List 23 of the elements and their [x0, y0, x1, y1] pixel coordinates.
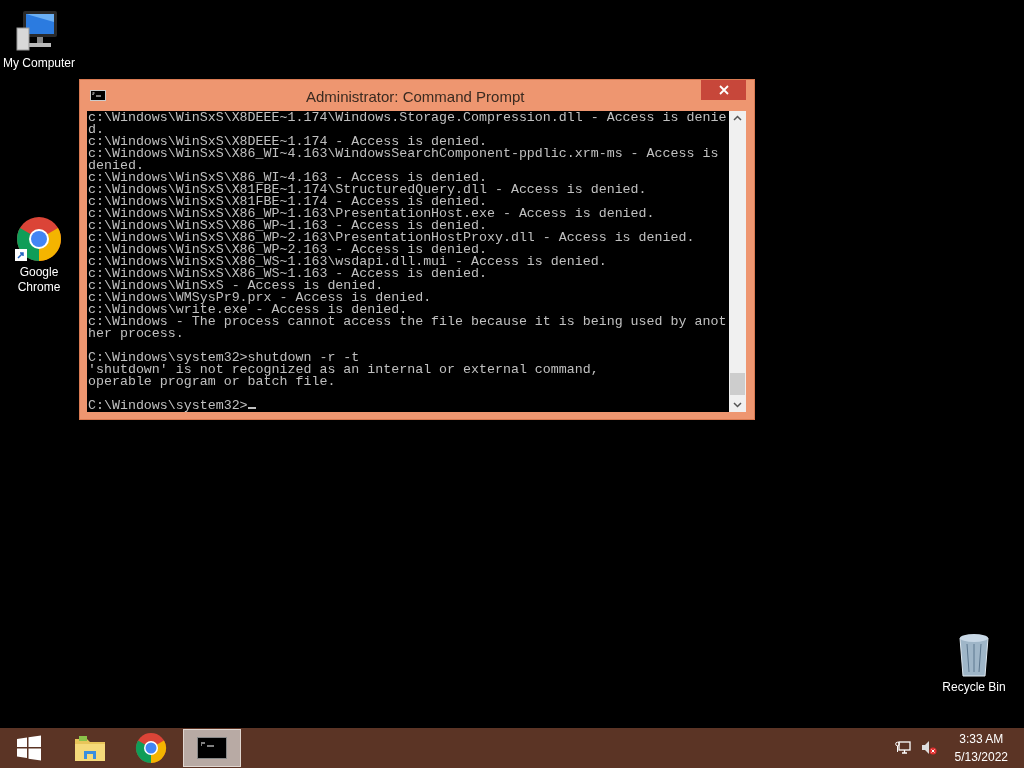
chrome-icon[interactable]	[15, 215, 63, 263]
windows-logo-icon	[15, 734, 43, 762]
scroll-down-icon[interactable]	[733, 402, 742, 408]
taskbar-app-button[interactable]	[183, 729, 241, 767]
muted-speaker-icon[interactable]	[920, 740, 937, 756]
clock-date[interactable]: 5/13/2022	[954, 748, 1008, 766]
close-button[interactable]	[701, 80, 746, 100]
chrome-icon	[135, 732, 167, 764]
close-icon	[718, 85, 729, 95]
clock-time[interactable]: 3:33 AM	[959, 730, 1004, 748]
terminal-icon	[197, 737, 227, 759]
window-title: Administrator: Command Prompt	[306, 87, 525, 107]
desktop-icon-label[interactable]: Recycle Bin	[942, 680, 1006, 695]
scroll-thumb[interactable]	[730, 373, 745, 395]
text-cursor	[247, 407, 256, 409]
scrollbar[interactable]	[729, 111, 746, 412]
desktop-icon-label[interactable]: Google Chrome	[8, 265, 70, 295]
network-icon[interactable]	[894, 741, 911, 755]
folder-icon	[73, 733, 107, 763]
scroll-up-icon[interactable]	[733, 115, 742, 121]
desktop-icon-label[interactable]: My Computer	[3, 56, 75, 71]
terminal-icon	[90, 90, 106, 101]
console-output: c:\Windows\WinSxS\X8DEEE~1.174\Windows.Storage.Compression.dll - Access is denie d. c:\Windows\WinSxS\X8DEEE~1.174 - Access is denied. c:\Windows\WinSxS\X86_WI~4.163\WindowsSearchComponent-ppdlic.xrm-ms - Access is denied. c:\Windows\WinSxS\X86_WI~4.163 - Access is denied. c:\Windows\WinSxS\X81FBE~1.174\StructuredQuery.dll - Access is denied. c:\Windows\WinSxS\X81FBE~1.174 - Access is denied. c:\Windows\WinSxS\X86_WP~1.163\PresentationHost.exe - Access is denied. c:\Windows\WinSxS\X86_WP~1.163 - Access is denied. c:\Windows\WinSxS\X86_WP~2.163\PresentationHostProxy.dll - Access is denied. c:\Windows\WinSxS\X86_WP~2.163 - Access is denied. c:\Windows\WinSxS\X86_WS~1.163\wsdapi.dll.mui - Access is denied. c:\Windows\WinSxS\X86_WS~1.163 - Access is denied. c:\Windows\WinSxS - Access is denied. c:\Windows\WMSysPr9.prx - Access is denied. c:\Windows\write.exe - Access is denied. c:\Windows - The process cannot access the file because it is being used by anot her process. C:\Windows\system32>shutdown -r -t 'shutdown' is not recognized as an internal or external command, operable program or batch file. C:\Windows\system32>	[87, 111, 729, 412]
